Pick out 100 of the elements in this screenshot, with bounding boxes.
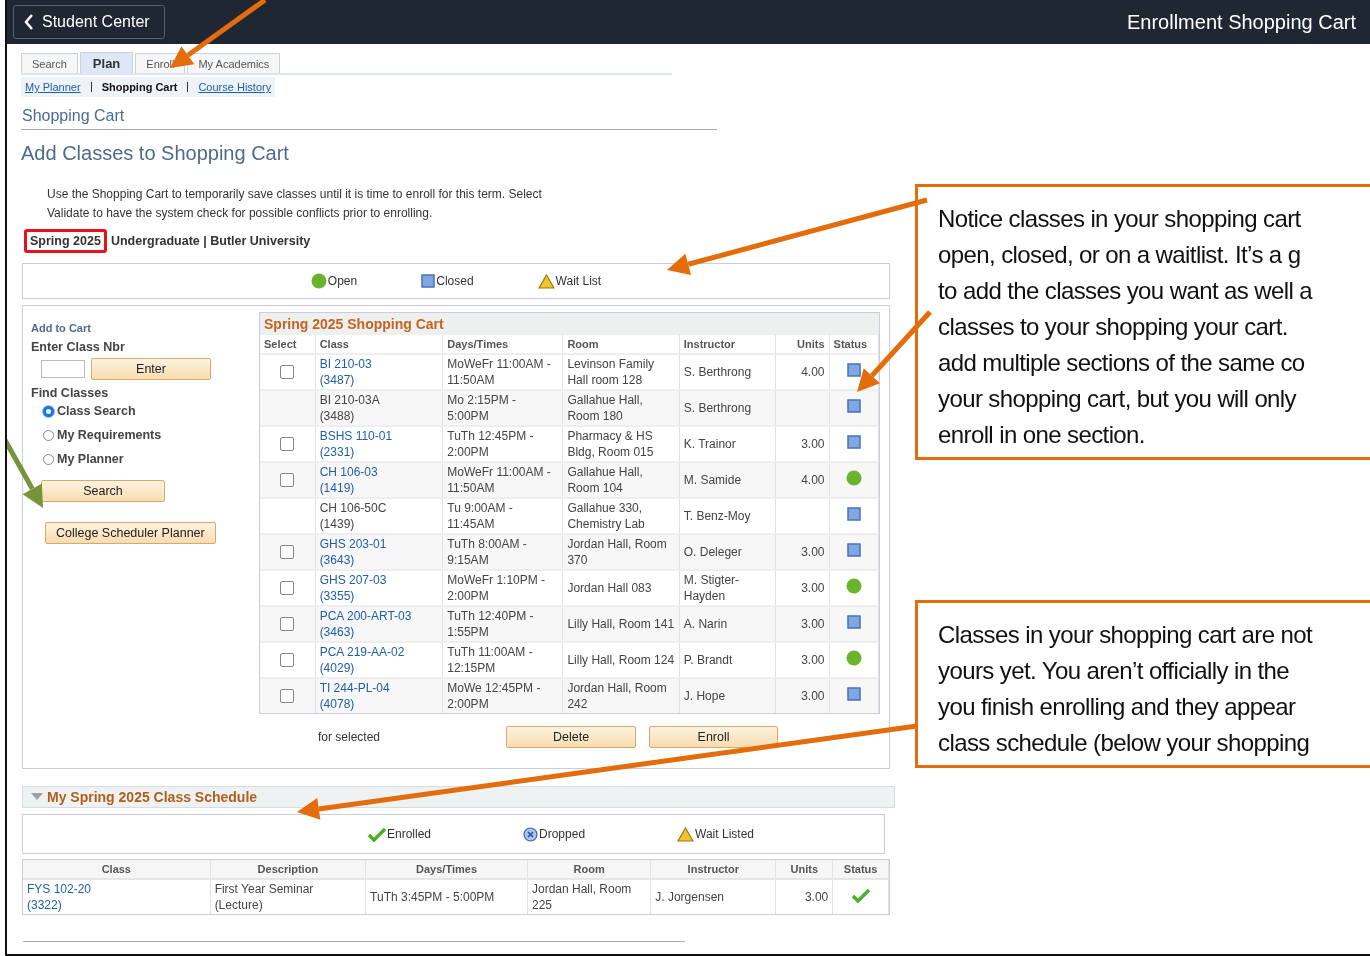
column-header: Select [260,335,316,354]
radio-button[interactable] [43,405,54,417]
class-link[interactable]: BI 210-03 (3487) [319,356,439,388]
table-cell: TuTh 12:40PM - 1:55PM [447,609,534,639]
checkbox[interactable] [280,473,295,487]
term-label: Spring 2025 [24,229,107,253]
table-cell: 3.00 [801,581,825,595]
table-cell: TuTh 11:00AM - 12:15PM [447,645,533,675]
tab[interactable]: Plan [79,52,134,73]
callout-text: class schedule (below your shopping [938,728,1311,758]
callout-text: to add the classes you want as well a [938,276,1314,306]
table-cell: MoWe 12:45PM - 2:00PM [447,681,541,711]
table-cell: MoWeFr 11:00AM - 11:50AM [447,357,551,387]
radio-label[interactable]: My Requirements [57,428,162,442]
checkbox[interactable] [280,545,295,559]
legend-label: Closed [436,274,474,288]
table-cell: A. Narin [683,617,728,631]
table-cell: 3.00 [801,689,825,703]
table-title: Spring 2025 Shopping Cart [260,313,879,335]
table-cell: TuTh 12:45PM - 2:00PM [447,429,534,459]
legend-label: Wait Listed [695,827,754,841]
radio-button[interactable] [43,429,54,441]
column-header: Instructor [679,335,776,354]
planner-button[interactable]: College Scheduler Planner [45,522,216,544]
table-cell: 4.00 [801,365,825,379]
table-cell: T. Benz-Moy [683,509,751,523]
callout-text: your shopping cart, but you will only [938,384,1298,414]
table-cell: J. Jorgensen [655,890,724,904]
callout-text: open, closed, or on a waitlist. It’s a g [938,240,1302,270]
chevron-left-icon [24,14,34,30]
table-cell: J. Hope [683,689,726,703]
radio-label[interactable]: Class Search [57,404,136,418]
table-cell: M. Samide [683,473,742,487]
nav-link[interactable]: My Planner [25,81,81,93]
footer-label: for selected [318,730,381,744]
class-link[interactable]: BSHS 110-01 (2331) [319,428,439,460]
class-text: CH 106-50C (1439) [319,500,388,532]
action-button[interactable]: Enroll [649,726,779,748]
callout-text: add multiple sections of the same co [938,348,1306,378]
table-cell: Lilly Hall, Room 141 [567,617,675,631]
table-cell: S. Berthrong [683,365,752,379]
checkbox[interactable] [280,365,295,379]
checkbox[interactable] [280,437,295,451]
column-header: Units [775,335,830,354]
checkbox[interactable] [280,617,295,631]
class-link[interactable]: FYS 102-20 (3322) [27,881,206,913]
table-cell: 3.00 [801,617,825,631]
enter-button[interactable]: Enter [91,358,211,380]
legend-label: Dropped [539,827,586,841]
table-cell: O. Deleger [683,545,742,559]
action-button[interactable]: Delete [506,726,637,748]
callout-text: Notice classes in your shopping cart [938,204,1302,234]
field-label: Enter Class Nbr [31,340,126,354]
tab[interactable]: My Academics [187,53,281,73]
checkbox[interactable] [280,653,295,667]
back-button[interactable]: Student Center [13,5,165,39]
collapse-triangle-icon[interactable] [31,793,43,801]
table-cell: Jordan Hall, Room 370 [567,537,667,567]
column-header: Class [315,335,443,354]
callout-text: enroll in one section. [938,420,1146,450]
class-link[interactable]: GHS 207-03 (3355) [319,572,439,604]
table-cell: Pharmacy & HS Bldg, Room 015 [567,429,654,459]
table-cell: K. Trainor [683,437,736,451]
class-link[interactable]: PCA 219-AA-02 (4029) [319,644,439,676]
section-title: My Spring 2025 Class Schedule [47,789,258,805]
table-cell: P. Brandt [683,653,733,667]
nav-link[interactable]: Course History [198,81,272,93]
checkbox[interactable] [280,581,295,595]
table-cell: Levinson Family Hall room 128 [567,357,655,387]
callout-text: yours yet. You aren’t officially in the [938,656,1291,686]
table-cell: M. Stigter-Hayden [683,573,740,603]
callout-text: classes to your shopping your cart. [938,312,1289,342]
table-cell: 3.00 [801,437,825,451]
legend-label: Wait List [555,274,602,288]
page-title: Enrollment Shopping Cart [1127,10,1356,34]
table-cell: 3.00 [804,890,829,904]
tab[interactable]: Search [21,53,78,73]
radio-button[interactable] [43,453,54,465]
arrow [7,438,43,508]
class-number-field[interactable] [41,360,85,378]
table-cell: 4.00 [801,473,825,487]
legend-label: Enrolled [387,827,432,841]
search-button[interactable]: Search [41,480,165,502]
table-cell: TuTh 8:00AM - 9:15AM [447,537,527,567]
instructions-text: Use the Shopping Cart to temporarily save classes until it is time to enroll for this term. Select Validate to have the system check for possible conflicts prior to enrolling. [47,186,543,222]
table-cell: Jordan Hall 083 [567,581,652,595]
table-cell: Gallahue Hall, Room 104 [567,465,643,495]
checkbox[interactable] [280,689,295,703]
table-cell: MoWeFr 11:00AM - 11:50AM [447,465,551,495]
table-cell: Gallahue Hall, Room 180 [567,393,643,423]
radio-label[interactable]: My Planner [57,452,124,466]
nav-link[interactable]: Shopping Cart [101,81,178,93]
table-cell: Jordan Hall, Room 225 [531,882,632,912]
table-cell: Mo 2:15PM - 5:00PM [447,393,516,423]
section-title: Shopping Cart [21,107,717,130]
table-cell: 3.00 [801,653,825,667]
column-header: Status [829,335,879,354]
legend-label: Open [327,274,358,288]
career-label: Undergraduate | Butler University [110,234,311,248]
column-header: Room [562,335,680,354]
